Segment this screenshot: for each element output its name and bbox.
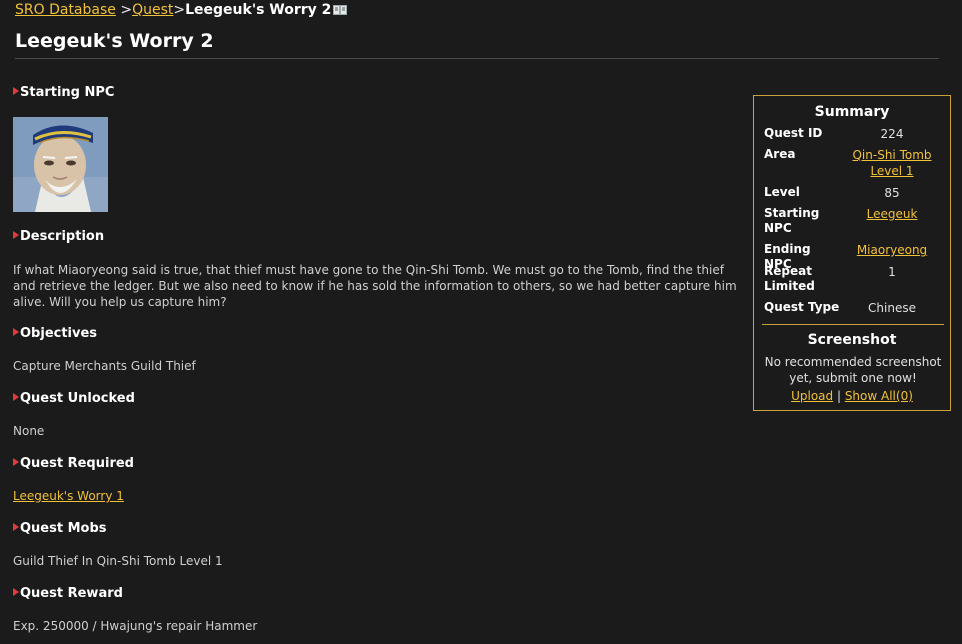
quest-id-value: 224 xyxy=(880,127,904,141)
section-heading-label: Description xyxy=(20,229,105,244)
quest-required-link[interactable]: Leegeuk's Worry 1 xyxy=(13,489,124,503)
arrow-right-icon xyxy=(13,328,19,336)
arrow-right-icon xyxy=(13,588,19,596)
level-value: 85 xyxy=(884,186,900,200)
description-text: If what Miaoryeong said is true, that th… xyxy=(13,263,737,309)
quest-type-label: Quest Type xyxy=(764,300,840,314)
arrow-right-icon xyxy=(13,458,19,466)
breadcrumb-home-link[interactable]: SRO Database xyxy=(15,2,116,18)
quest-reward-text: Exp. 250000 / Hwajung's repair Hammer xyxy=(13,619,258,633)
starting-npc-value: Leegeuk xyxy=(842,206,942,222)
section-heading-starting-npc: Starting NPC xyxy=(13,85,114,100)
area-link[interactable]: Qin-Shi Tomb Level 1 xyxy=(852,148,931,178)
quest-type-value: Chinese xyxy=(868,301,916,315)
summary-divider xyxy=(762,324,944,325)
section-heading-quest-unlocked: Quest Unlocked xyxy=(13,391,135,406)
screenshot-links: Upload | Show All(0) xyxy=(754,389,950,403)
starting-npc-link[interactable]: Leegeuk xyxy=(867,207,918,221)
section-heading-description: Description xyxy=(13,229,104,244)
book-icon[interactable] xyxy=(333,3,348,15)
quest-mobs-text: Guild Thief In Qin-Shi Tomb Level 1 xyxy=(13,554,223,568)
quest-id-label: Quest ID xyxy=(764,126,823,140)
breadcrumb-separator: > xyxy=(115,2,133,18)
arrow-right-icon xyxy=(13,393,19,401)
breadcrumb-separator: > xyxy=(173,2,186,18)
ending-npc-value: Miaoryeong xyxy=(842,242,942,258)
summary-panel: Summary Quest ID 224 Area Qin-Shi Tomb Le… xyxy=(753,95,951,411)
section-heading-label: Starting NPC xyxy=(20,85,115,100)
screenshot-title: Screenshot xyxy=(807,332,897,348)
section-heading-quest-reward: Quest Reward xyxy=(13,586,123,601)
ending-npc-link[interactable]: Miaoryeong xyxy=(857,243,927,257)
section-heading-label: Quest Mobs xyxy=(20,521,107,536)
arrow-right-icon xyxy=(13,231,19,239)
summary-title: Summary xyxy=(814,104,890,120)
starting-npc-label: Starting NPC xyxy=(764,206,820,235)
section-heading-label: Quest Reward xyxy=(20,586,123,601)
arrow-right-icon xyxy=(13,523,19,531)
repeat-limited-value: 1 xyxy=(888,265,896,279)
breadcrumb: SRO Database >Quest>Leegeuk's Worry 2 xyxy=(15,2,348,18)
repeat-limited-label: Repeat Limited xyxy=(764,264,815,293)
breadcrumb-quest-link[interactable]: Quest xyxy=(132,2,173,18)
level-label: Level xyxy=(764,185,800,199)
upload-link[interactable]: Upload xyxy=(791,389,833,403)
title-divider xyxy=(15,58,939,59)
npc-portrait[interactable] xyxy=(13,117,108,212)
quest-unlocked-text: None xyxy=(13,424,45,438)
section-heading-label: Quest Required xyxy=(20,456,134,471)
area-value: Qin-Shi Tomb Level 1 xyxy=(842,147,942,179)
arrow-right-icon xyxy=(13,87,19,95)
section-heading-label: Quest Unlocked xyxy=(20,391,135,406)
section-heading-objectives: Objectives xyxy=(13,326,97,341)
area-label: Area xyxy=(764,147,796,161)
quest-page: SRO Database >Quest>Leegeuk's Worry 2 Le… xyxy=(0,0,962,644)
area-link-line2: Level 1 xyxy=(870,164,914,178)
section-heading-quest-mobs: Quest Mobs xyxy=(13,521,107,536)
page-title: Leegeuk's Worry 2 xyxy=(15,30,214,52)
quest-required-list: Leegeuk's Worry 1 xyxy=(13,488,124,504)
breadcrumb-current: Leegeuk's Worry 2 xyxy=(185,2,332,18)
section-heading-label: Objectives xyxy=(20,326,98,341)
show-all-link[interactable]: Show All(0) xyxy=(845,389,913,403)
section-heading-quest-required: Quest Required xyxy=(13,456,134,471)
objectives-text: Capture Merchants Guild Thief xyxy=(13,359,196,373)
screenshot-message: No recommended screenshot yet, submit on… xyxy=(764,355,942,385)
link-divider: | xyxy=(833,389,845,403)
area-link-line1: Qin-Shi Tomb xyxy=(852,148,932,162)
